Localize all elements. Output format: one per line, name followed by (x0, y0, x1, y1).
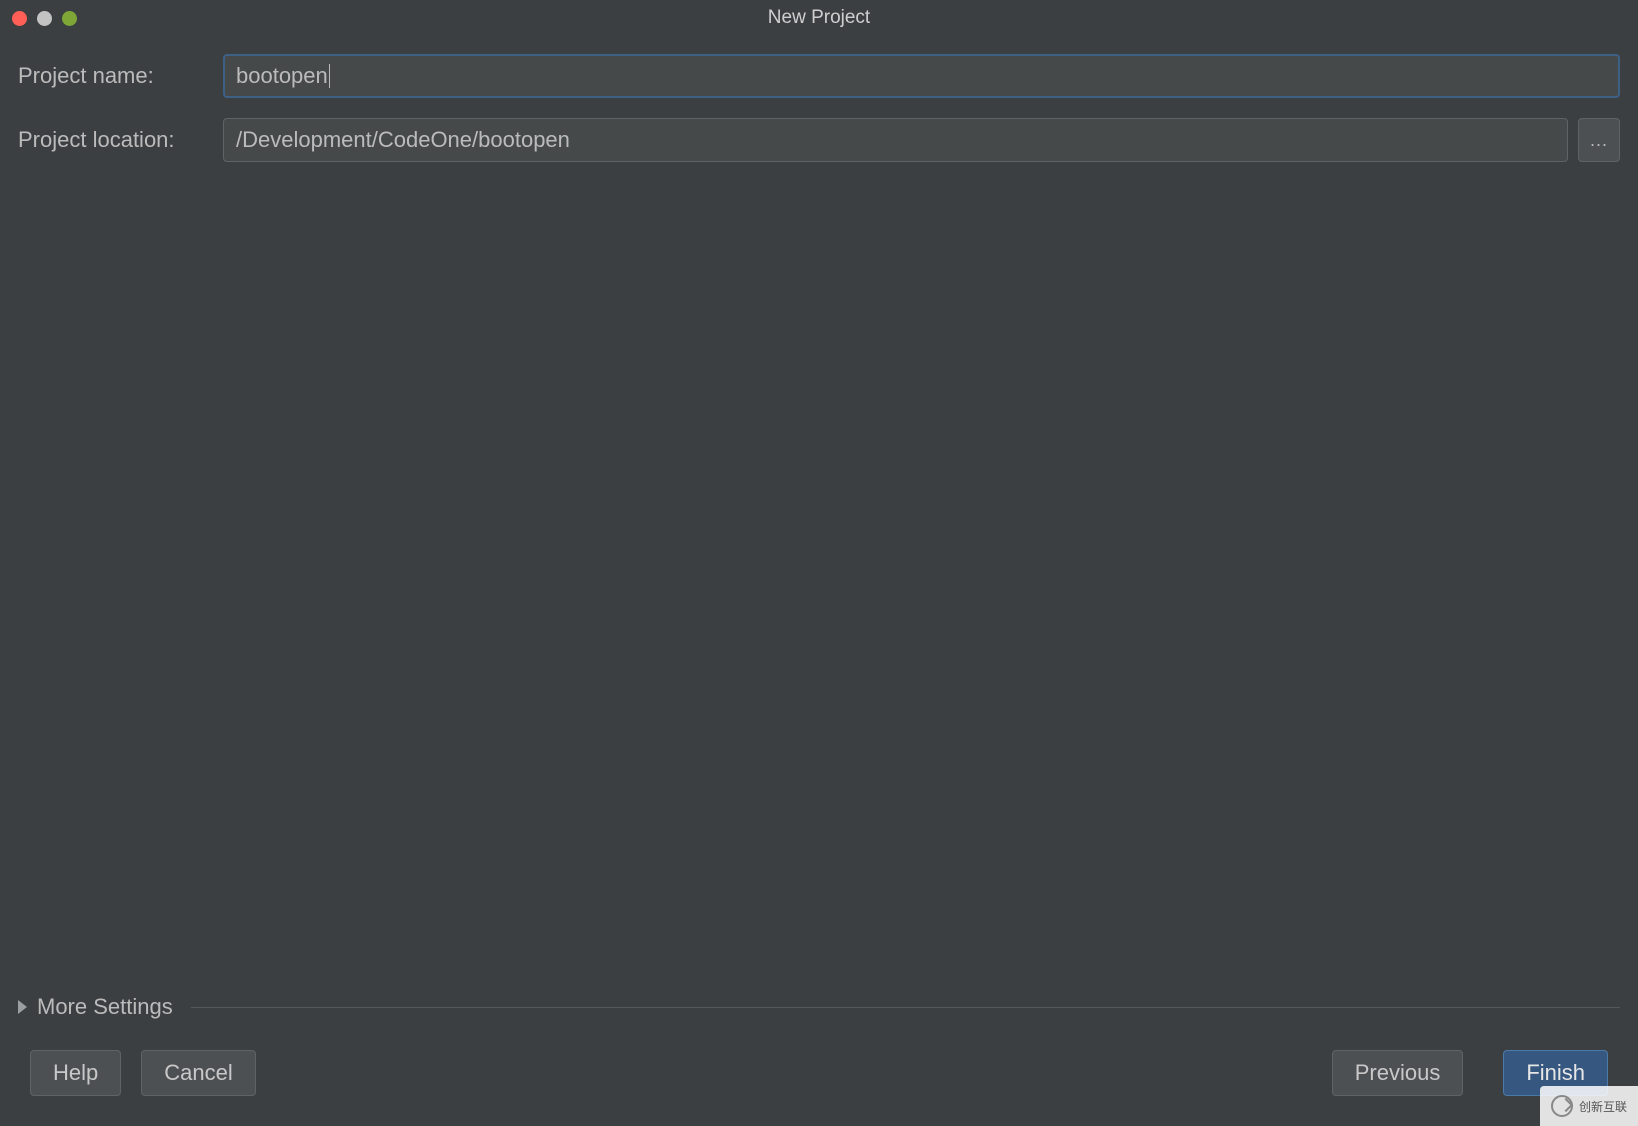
project-name-row: Project name: bootopen (18, 54, 1620, 98)
project-name-label: Project name: (18, 63, 213, 89)
finish-button-label: Finish (1526, 1060, 1585, 1086)
project-location-input[interactable] (223, 118, 1568, 162)
previous-button-label: Previous (1355, 1060, 1441, 1086)
disclosure-triangle-icon (18, 1000, 27, 1014)
window-title: New Project (0, 7, 1638, 29)
project-location-row: Project location: ... (18, 118, 1620, 162)
empty-space (0, 182, 1638, 994)
ellipsis-icon: ... (1590, 130, 1608, 151)
more-settings-label: More Settings (37, 994, 173, 1020)
divider-line (191, 1007, 1620, 1008)
help-button[interactable]: Help (30, 1050, 121, 1096)
cancel-button-label: Cancel (164, 1060, 232, 1086)
project-name-value: bootopen (236, 63, 328, 89)
watermark-text: 创新互联 (1579, 1098, 1627, 1115)
watermark-badge: 创新互联 (1540, 1086, 1638, 1126)
help-button-label: Help (53, 1060, 98, 1086)
window-controls (12, 11, 77, 26)
close-window-button[interactable] (12, 11, 27, 26)
dialog-body: Project name: bootopen Project location:… (0, 36, 1638, 1126)
project-name-input[interactable]: bootopen (223, 54, 1620, 98)
browse-location-button[interactable]: ... (1578, 118, 1620, 162)
watermark-logo-icon (1551, 1095, 1573, 1117)
text-caret-icon (329, 64, 330, 88)
titlebar: New Project (0, 0, 1638, 36)
project-location-label: Project location: (18, 127, 213, 153)
zoom-window-button[interactable] (62, 11, 77, 26)
cancel-button[interactable]: Cancel (141, 1050, 255, 1096)
button-bar: Help Cancel Previous Finish (0, 1028, 1638, 1126)
form-area: Project name: bootopen Project location:… (0, 36, 1638, 182)
previous-button[interactable]: Previous (1332, 1050, 1464, 1096)
minimize-window-button[interactable] (37, 11, 52, 26)
more-settings-toggle[interactable]: More Settings (0, 994, 1638, 1028)
